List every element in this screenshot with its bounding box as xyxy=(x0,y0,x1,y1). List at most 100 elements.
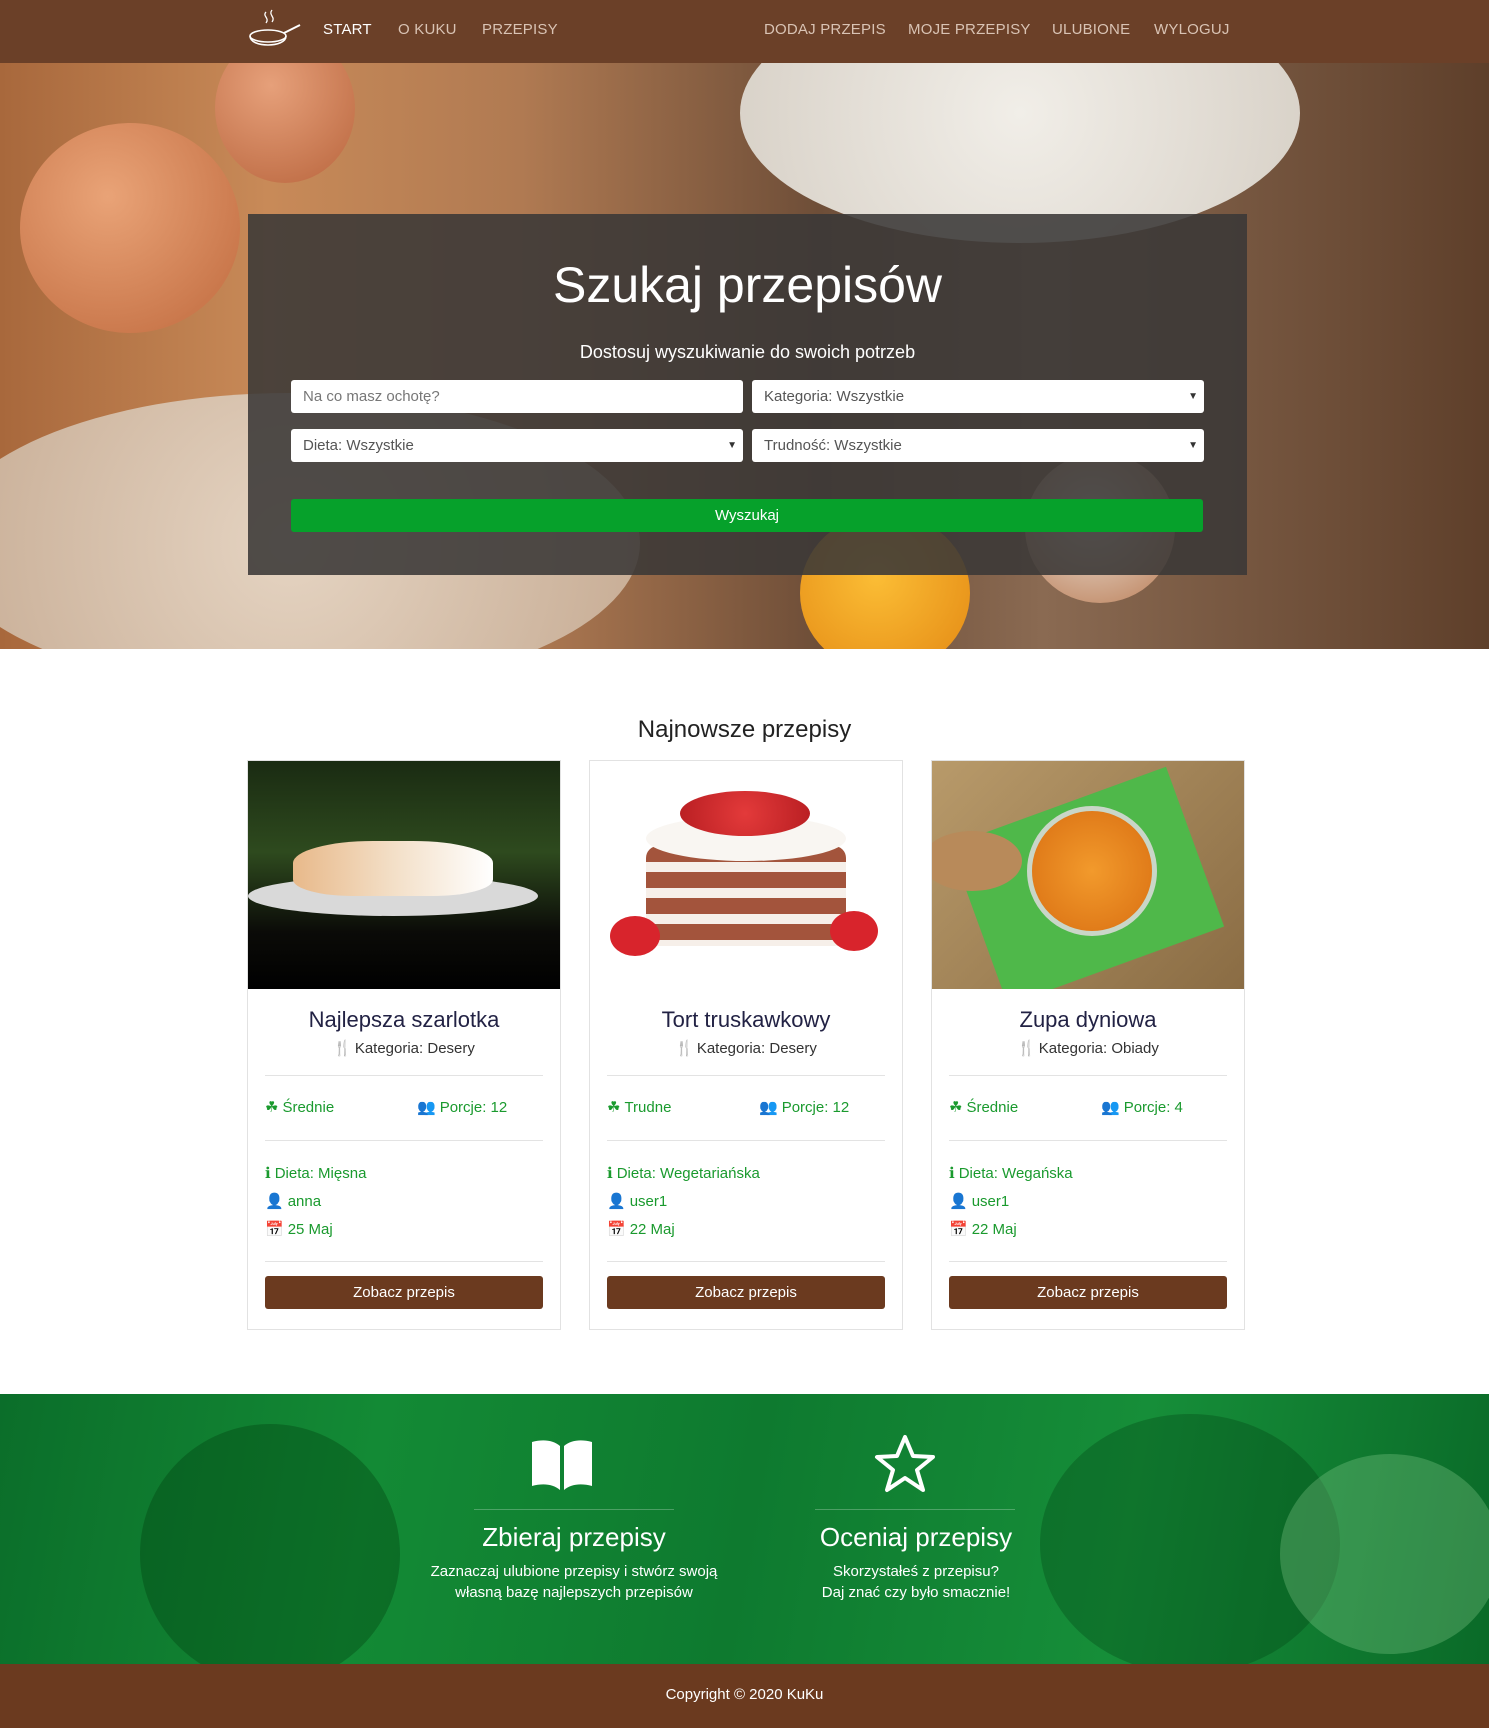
divider xyxy=(607,1261,885,1262)
recipe-card: Zupa dyniowa 🍴 Kategoria: Obiady ☘ Średnie… xyxy=(931,760,1245,1330)
recipe-portions-label: Porcje: 12 xyxy=(781,1099,850,1116)
nav-moje-przepisy[interactable]: MOJE PRZEPISY xyxy=(908,21,1031,38)
feature-text-line: Zaznaczaj ulubione przepisy i stwórz swo… xyxy=(430,1563,718,1580)
strawberry-shape xyxy=(830,911,878,951)
top-navbar: START O KUKU PRZEPISY DODAJ PRZEPIS MOJE… xyxy=(0,0,1489,63)
recipe-diet: ℹ Dieta: Mięsna xyxy=(265,1164,366,1182)
recipe-image[interactable] xyxy=(248,761,560,989)
recipe-title[interactable]: Tort truskawkowy xyxy=(590,1007,902,1033)
recipe-author: 👤 anna xyxy=(265,1192,321,1210)
recipe-author-label: user1 xyxy=(629,1193,668,1210)
nav-wyloguj[interactable]: WYLOGUJ xyxy=(1154,21,1230,38)
recipe-difficulty-label: Średnie xyxy=(282,1099,335,1116)
recipe-date-label: 25 Maj xyxy=(287,1221,333,1238)
feature-title-rate: Oceniaj przepisy xyxy=(819,1522,1013,1552)
user-plus-icon: 👥 xyxy=(759,1099,778,1116)
recipe-title[interactable]: Najlepsza szarlotka xyxy=(248,1007,560,1033)
logo-pan-icon[interactable] xyxy=(246,8,302,54)
chevron-down-icon: ▼ xyxy=(1188,440,1198,451)
hero-bg-egg xyxy=(20,123,240,333)
hero-title: Szukaj przepisów xyxy=(552,257,943,313)
info-icon: ℹ xyxy=(265,1165,271,1182)
user-icon: 👤 xyxy=(949,1193,968,1210)
chevron-down-icon: ▼ xyxy=(1188,391,1198,402)
hero-bg-egg xyxy=(215,63,355,183)
difficulty-select[interactable]: Trudność: Wszystkie ▼ xyxy=(752,429,1204,462)
book-icon xyxy=(532,1440,592,1490)
divider xyxy=(607,1075,885,1076)
recipe-card: Tort truskawkowy 🍴 Kategoria: Desery ☘ Tru… xyxy=(589,760,903,1330)
category-select[interactable]: Kategoria: Wszystkie ▼ xyxy=(752,380,1204,413)
recipe-portions: 👥 Porcje: 12 xyxy=(417,1098,507,1116)
cake-layer-shape xyxy=(646,846,846,946)
nav-ulubione[interactable]: ULUBIONE xyxy=(1052,21,1130,38)
divider xyxy=(949,1140,1227,1141)
divider xyxy=(265,1075,543,1076)
recipe-category: 🍴 Kategoria: Desery xyxy=(590,1039,902,1057)
hero-section: Szukaj przepisów Dostosuj wyszukiwanie d… xyxy=(0,63,1489,649)
search-button[interactable]: Wyszukaj xyxy=(291,499,1203,532)
band-bg-veg xyxy=(1280,1454,1489,1654)
feature-text-rate: Skorzystałeś z przepisu? Daj znać czy by… xyxy=(746,1561,1086,1603)
recipe-date-label: 22 Maj xyxy=(629,1221,675,1238)
recipe-category-label: Kategoria: Obiady xyxy=(1038,1040,1159,1057)
recipe-diet-label: Dieta: Wegetariańska xyxy=(616,1165,760,1182)
feature-title-collect: Zbieraj przepisy xyxy=(482,1522,666,1552)
search-input[interactable]: Na co masz ochotę? xyxy=(291,380,743,413)
utensils-icon: 🍴 xyxy=(333,1040,352,1057)
feature-text-collect: Zaznaczaj ulubione przepisy i stwórz swo… xyxy=(404,1561,744,1603)
recipe-date: 📅 22 Maj xyxy=(607,1220,675,1238)
feature-text-line: Skorzystałeś z przepisu? xyxy=(833,1563,999,1580)
footer: Copyright © 2020 KuKu xyxy=(0,1664,1489,1728)
user-icon: 👤 xyxy=(265,1193,284,1210)
difficulty-icon: ☘ xyxy=(607,1099,621,1116)
diet-select[interactable]: Dieta: Wszystkie ▼ xyxy=(291,429,743,462)
copyright-text: Copyright © 2020 KuKu xyxy=(665,1686,824,1703)
recipe-author-label: user1 xyxy=(971,1193,1010,1210)
recipe-diet: ℹ Dieta: Wegetariańska xyxy=(607,1164,760,1182)
recipe-portions: 👥 Porcje: 4 xyxy=(1101,1098,1183,1116)
recipe-card: Najlepsza szarlotka 🍴 Kategoria: Desery ☘… xyxy=(247,760,561,1330)
recipe-portions: 👥 Porcje: 12 xyxy=(759,1098,849,1116)
divider xyxy=(474,1509,674,1510)
recipe-difficulty-label: Średnie xyxy=(966,1099,1019,1116)
recipe-image[interactable] xyxy=(932,761,1244,989)
recipe-title[interactable]: Zupa dyniowa xyxy=(932,1007,1244,1033)
cake-shape xyxy=(293,841,493,896)
recipe-difficulty: ☘ Średnie xyxy=(265,1098,334,1116)
divider xyxy=(607,1140,885,1141)
recipe-diet-label: Dieta: Mięsna xyxy=(274,1165,367,1182)
recipe-author-label: anna xyxy=(287,1193,322,1210)
recipe-portions-label: Porcje: 4 xyxy=(1123,1099,1183,1116)
utensils-icon: 🍴 xyxy=(675,1040,694,1057)
recipe-date: 📅 22 Maj xyxy=(949,1220,1017,1238)
recipe-diet: ℹ Dieta: Wegańska xyxy=(949,1164,1073,1182)
view-recipe-button[interactable]: Zobacz przepis xyxy=(607,1276,885,1309)
view-recipe-button[interactable]: Zobacz przepis xyxy=(265,1276,543,1309)
recipe-date: 📅 25 Maj xyxy=(265,1220,333,1238)
category-select-label: Kategoria: Wszystkie xyxy=(764,388,905,405)
feature-text-line: Daj znać czy było smacznie! xyxy=(821,1584,1011,1601)
recipe-difficulty: ☘ Średnie xyxy=(949,1098,1018,1116)
difficulty-icon: ☘ xyxy=(265,1099,279,1116)
divider xyxy=(265,1261,543,1262)
chevron-down-icon: ▼ xyxy=(727,440,737,451)
info-icon: ℹ xyxy=(949,1165,955,1182)
band-bg-pepper xyxy=(140,1424,400,1664)
nav-dodaj-przepis[interactable]: DODAJ PRZEPIS xyxy=(764,21,886,38)
user-icon: 👤 xyxy=(607,1193,626,1210)
calendar-icon: 📅 xyxy=(949,1221,968,1238)
nav-o-kuku[interactable]: O KUKU xyxy=(398,21,457,38)
nav-przepisy[interactable]: PRZEPISY xyxy=(482,21,558,38)
recipe-date-label: 22 Maj xyxy=(971,1221,1017,1238)
section-title: Najnowsze przepisy xyxy=(637,716,852,743)
nav-start[interactable]: START xyxy=(323,21,372,38)
divider xyxy=(265,1140,543,1141)
view-recipe-button[interactable]: Zobacz przepis xyxy=(949,1276,1227,1309)
recipe-portions-label: Porcje: 12 xyxy=(439,1099,508,1116)
user-plus-icon: 👥 xyxy=(417,1099,436,1116)
recipe-image[interactable] xyxy=(590,761,902,989)
recipe-author: 👤 user1 xyxy=(607,1192,667,1210)
utensils-icon: 🍴 xyxy=(1017,1040,1036,1057)
recipe-category-label: Kategoria: Desery xyxy=(696,1040,817,1057)
